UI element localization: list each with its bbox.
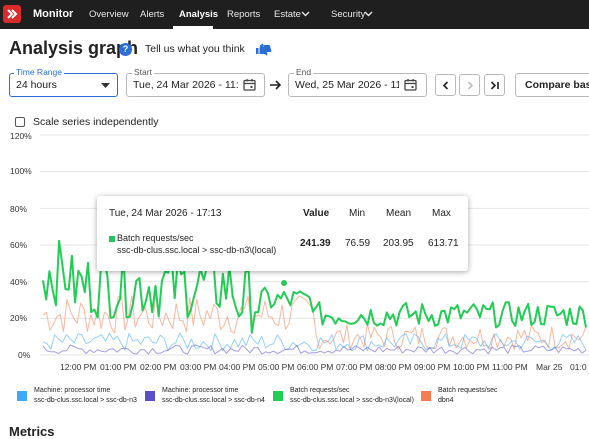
analysis-chart[interactable]	[0, 0, 589, 370]
legend-instance: dbn4	[438, 397, 454, 404]
x-tick-label: 05:00 PM	[258, 362, 295, 372]
tooltip-series-name: Batch requests/sec	[117, 233, 194, 243]
chart-tooltip: Tue, 24 Mar 2026 - 17:13 Value Min Mean …	[97, 196, 468, 271]
legend-name: Batch requests/sec	[438, 387, 498, 394]
tooltip-series-swatch	[109, 236, 115, 242]
legend-item[interactable]: Machine: processor time ssc-db-clus.ssc.…	[162, 386, 265, 406]
tooltip-mean: 203.95	[383, 238, 414, 249]
x-tick-label: 11:00 PM	[492, 362, 528, 372]
tooltip-min: 76.59	[345, 238, 371, 249]
x-tick-label: 06:00 PM	[297, 362, 334, 372]
tooltip-max: 613.71	[428, 238, 459, 249]
x-tick-label: 12:00 PM	[60, 362, 97, 372]
x-tick-label: 07:00 PM	[336, 362, 373, 372]
x-tick-label: Mar 25	[536, 362, 563, 372]
legend-name: Batch requests/sec	[290, 387, 350, 394]
x-tick-label: 08:00 PM	[375, 362, 412, 372]
legend-name: Machine: processor time	[34, 387, 111, 394]
legend-item[interactable]: Machine: processor time ssc-db-clus.ssc.…	[34, 386, 137, 406]
legend-swatch[interactable]	[17, 391, 27, 401]
tooltip-header-min: Min	[349, 208, 366, 219]
legend-item[interactable]: Batch requests/sec dbn4	[438, 386, 498, 406]
legend-name: Machine: processor time	[162, 387, 239, 394]
tooltip-series-instance: ssc-db-clus.ssc.local > ssc-db-n3\(local…	[117, 245, 277, 255]
tooltip-value: 241.39	[300, 238, 331, 249]
x-tick-label: 09:00 PM	[414, 362, 451, 372]
tooltip-date: Tue, 24 Mar 2026 - 17:13	[109, 208, 222, 219]
legend-instance: ssc-db-clus.ssc.local > ssc-db-n3	[34, 397, 137, 404]
legend-instance: ssc-db-clus.ssc.local > ssc-db-n3\(local…	[290, 397, 414, 404]
legend-swatch[interactable]	[421, 391, 431, 401]
x-tick-label: 01:0	[570, 362, 587, 372]
hover-point	[280, 279, 288, 287]
legend-swatch[interactable]	[145, 391, 155, 401]
tooltip-series: Batch requests/sec ssc-db-clus.ssc.local…	[117, 232, 276, 256]
legend-swatch[interactable]	[273, 391, 283, 401]
x-tick-label: 10:00 PM	[453, 362, 490, 372]
x-tick-label: 02:00 PM	[140, 362, 177, 372]
x-tick-label: 01:00 PM	[100, 362, 137, 372]
tooltip-header-value: Value	[303, 208, 330, 219]
x-tick-label: 03:00 PM	[180, 362, 217, 372]
metrics-heading: Metrics	[9, 424, 55, 439]
legend-instance: ssc-db-clus.ssc.local > ssc-db-n4	[162, 397, 265, 404]
legend-item[interactable]: Batch requests/sec ssc-db-clus.ssc.local…	[290, 386, 414, 406]
tooltip-header-mean: Mean	[386, 208, 412, 219]
tooltip-header-max: Max	[432, 208, 451, 219]
x-tick-label: 04:00 PM	[219, 362, 256, 372]
